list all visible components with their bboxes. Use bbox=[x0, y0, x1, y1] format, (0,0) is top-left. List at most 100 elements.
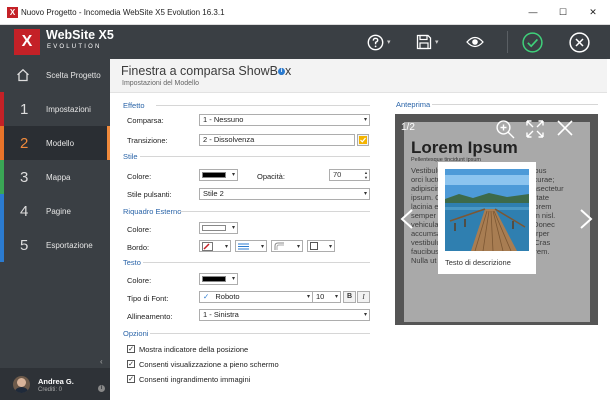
arrow-right-icon[interactable] bbox=[578, 208, 594, 230]
opacita-stepper[interactable]: 70 ▲ ▼ bbox=[329, 169, 370, 181]
chevron-down-icon: ▾ bbox=[231, 276, 235, 282]
section-testo: Testo bbox=[123, 258, 141, 267]
sidebar-item-label: Esportazione bbox=[46, 240, 93, 250]
sidebar-item-impostazioni[interactable]: 1 Impostazioni bbox=[0, 92, 110, 126]
close-icon[interactable] bbox=[556, 119, 574, 137]
stile-colore-label: Colore: bbox=[127, 172, 152, 181]
border-corners-button[interactable]: ▾ bbox=[271, 240, 303, 252]
chevron-down-icon: ▾ bbox=[224, 243, 228, 250]
help-button[interactable]: ▾ bbox=[367, 32, 391, 52]
preview-button[interactable] bbox=[466, 32, 484, 52]
section-effetto: Effetto bbox=[123, 101, 145, 110]
sidebar-item-scelta-progetto[interactable]: Scelta Progetto bbox=[0, 59, 110, 92]
divider bbox=[180, 211, 370, 212]
chevron-down-icon: ▾ bbox=[363, 312, 367, 318]
comparsa-select[interactable]: 1 - Nessuno ▾ bbox=[199, 114, 370, 126]
chevron-down-icon: ▾ bbox=[334, 294, 338, 300]
transizione-select[interactable]: 2 - Dissolvenza bbox=[199, 134, 355, 146]
arrow-left-icon[interactable] bbox=[399, 208, 415, 230]
chevron-down-icon: ▾ bbox=[363, 191, 367, 197]
comparsa-value: 1 - Nessuno bbox=[203, 115, 244, 124]
sidebar-item-mappa[interactable]: 3 Mappa bbox=[0, 160, 110, 194]
border-style-button[interactable]: ▾ bbox=[235, 240, 267, 252]
color-swatch bbox=[202, 225, 226, 231]
sidebar-item-modello[interactable]: 2 Modello bbox=[0, 126, 110, 160]
checkbox-mostra-indicatore[interactable]: ✓ bbox=[127, 345, 135, 353]
color-swatch bbox=[202, 276, 226, 282]
sidebar-item-label: Modello bbox=[46, 138, 75, 148]
preview-label: Anteprima bbox=[396, 100, 431, 109]
italic-button[interactable]: I bbox=[357, 291, 370, 303]
testo-color-picker[interactable]: ▾ bbox=[199, 273, 238, 285]
sidebar-item-pagine[interactable]: 4 Pagine bbox=[0, 194, 110, 228]
sidebar-item-esportazione[interactable]: 5 Esportazione bbox=[0, 228, 110, 262]
stepper-arrows-icon[interactable]: ▲ ▼ bbox=[364, 170, 368, 180]
avatar bbox=[13, 376, 30, 393]
showbox-popup: Testo di descrizione bbox=[438, 162, 536, 274]
pier-lake-image bbox=[445, 169, 529, 251]
sidebar-item-number: 2 bbox=[20, 134, 29, 152]
close-project-button[interactable] bbox=[569, 31, 590, 53]
divider bbox=[143, 262, 370, 263]
close-circle-icon bbox=[569, 31, 590, 53]
brand-logo-mark: X bbox=[14, 29, 40, 55]
save-button[interactable]: ▾ bbox=[416, 32, 439, 52]
position-indicator: 1/2 bbox=[401, 122, 415, 133]
font-size-select[interactable]: 10 ▾ bbox=[313, 291, 341, 303]
font-size-value: 10 bbox=[316, 292, 325, 301]
window-titlebar: X Nuovo Progetto - Incomedia WebSite X5 … bbox=[0, 0, 610, 25]
divider bbox=[140, 156, 370, 157]
preview-eye-icon bbox=[466, 36, 484, 48]
sidebar-item-label: Scelta Progetto bbox=[46, 71, 101, 80]
bordo-label: Bordo: bbox=[127, 243, 150, 252]
allineamento-value: 1 - Sinistra bbox=[203, 310, 239, 319]
pen-icon bbox=[202, 241, 213, 251]
save-chevron-icon: ▾ bbox=[435, 39, 439, 46]
minimize-button[interactable]: — bbox=[518, 4, 548, 20]
border-shadow-button[interactable]: ▾ bbox=[307, 240, 335, 252]
user-panel[interactable]: Andrea G. Crediti: 0 i bbox=[0, 368, 110, 400]
fullscreen-icon[interactable] bbox=[525, 119, 545, 139]
sidebar-item-label: Impostazioni bbox=[46, 104, 91, 114]
sidebar-color-strip bbox=[0, 126, 4, 160]
sidebar-collapse-button[interactable]: ‹ bbox=[100, 357, 103, 366]
chevron-down-icon: ▾ bbox=[363, 117, 367, 123]
checkbox-ingrandimento[interactable]: ✓ bbox=[127, 375, 135, 383]
check-icon: ✓ bbox=[203, 292, 210, 301]
testo-colore-label: Colore: bbox=[127, 276, 152, 285]
stile-color-picker[interactable]: ▾ bbox=[199, 169, 238, 181]
font-family-select[interactable]: ✓ Roboto ▾ bbox=[199, 291, 313, 303]
chevron-down-icon: ▾ bbox=[296, 243, 300, 250]
sidebar-item-number: 3 bbox=[20, 168, 29, 186]
border-color-button[interactable]: ▾ bbox=[199, 240, 231, 252]
zoom-in-icon[interactable] bbox=[495, 119, 516, 140]
brand-name: WebSite X5 bbox=[46, 28, 114, 42]
bold-button[interactable]: B bbox=[343, 291, 356, 303]
chevron-down-icon: ▾ bbox=[231, 225, 235, 231]
user-name: Andrea G. bbox=[38, 377, 74, 386]
preview-lorem-title: Lorem Ipsum bbox=[411, 138, 518, 157]
user-info-icon[interactable]: i bbox=[98, 385, 105, 392]
riquadro-color-picker[interactable]: ▾ bbox=[199, 222, 238, 234]
sidebar-item-label: Mappa bbox=[46, 172, 71, 182]
allineamento-select[interactable]: 1 - Sinistra ▾ bbox=[199, 309, 370, 321]
stile-pulsanti-select[interactable]: Stile 2 ▾ bbox=[199, 188, 370, 200]
shadow-box-icon bbox=[310, 241, 318, 250]
image-caption: Testo di descrizione bbox=[445, 258, 511, 267]
transizione-label: Transizione: bbox=[127, 136, 168, 145]
sidebar-color-strip bbox=[0, 160, 4, 194]
confirm-button[interactable] bbox=[522, 31, 543, 53]
help-chevron-icon: ▾ bbox=[387, 39, 391, 46]
brand-edition: EVOLUTION bbox=[47, 44, 102, 50]
effect-settings-button[interactable] bbox=[357, 134, 369, 146]
comparsa-label: Comparsa: bbox=[127, 116, 164, 125]
checkbox-pieno-schermo[interactable]: ✓ bbox=[127, 360, 135, 368]
sidebar-color-strip bbox=[0, 194, 4, 228]
maximize-button[interactable]: ☐ bbox=[548, 4, 578, 20]
font-label: Tipo di Font: bbox=[127, 294, 169, 303]
divider bbox=[432, 104, 598, 105]
stile-pulsanti-value: Stile 2 bbox=[203, 189, 224, 198]
font-family-value: Roboto bbox=[215, 292, 240, 301]
close-window-button[interactable]: ✕ bbox=[578, 4, 608, 20]
info-icon[interactable]: i bbox=[278, 68, 285, 75]
